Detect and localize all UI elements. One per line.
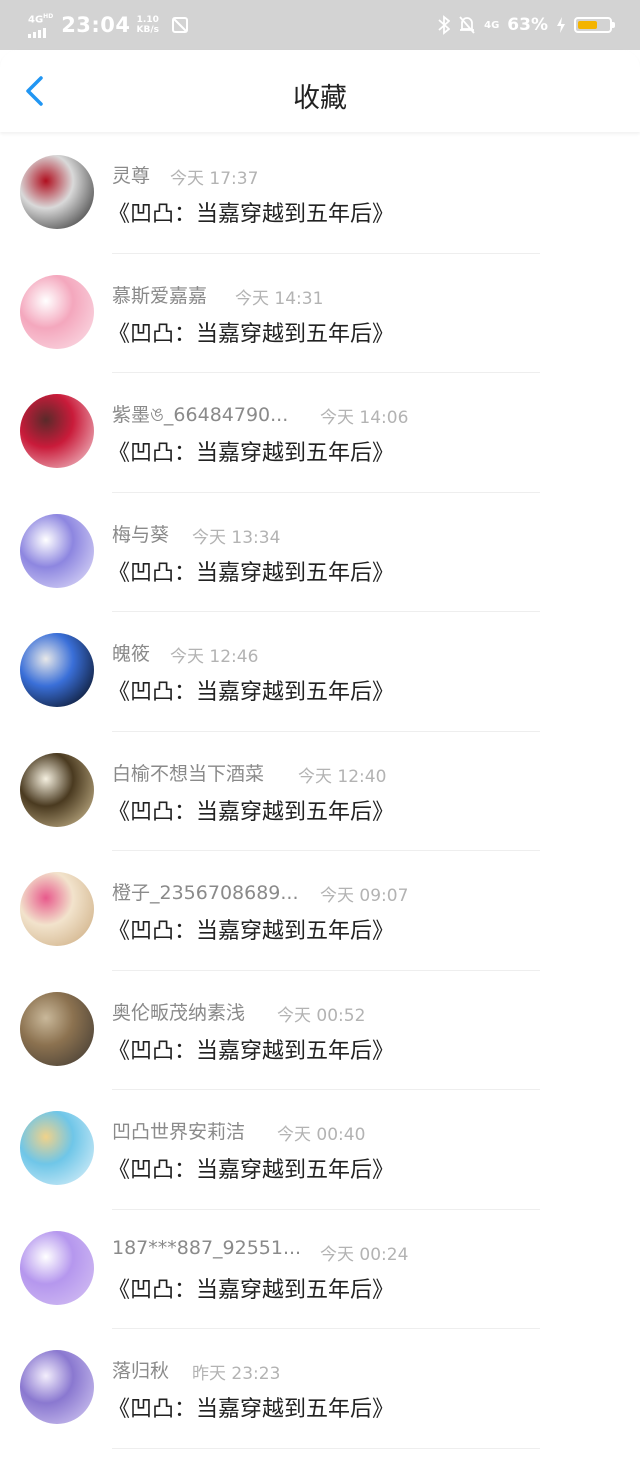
favorite-item[interactable]: 落归秋 昨天 23:23 《凹凸：当嘉穿越到五年后》	[0, 1329, 640, 1449]
timestamp: 今天 09:07	[320, 886, 409, 906]
book-title[interactable]: 《凹凸：当嘉穿越到五年后》	[108, 1272, 394, 1304]
bluetooth-icon	[438, 15, 451, 35]
user-avatar[interactable]	[20, 1350, 94, 1424]
clock: 23:04	[61, 13, 131, 37]
favorite-item[interactable]: 灵尊 今天 17:37 《凹凸：当嘉穿越到五年后》	[0, 134, 640, 254]
timestamp: 今天 12:46	[170, 647, 259, 667]
user-name[interactable]: 橙子_2356708689...	[112, 878, 299, 905]
user-name[interactable]: 落归秋	[112, 1356, 169, 1383]
user-avatar[interactable]	[20, 155, 94, 229]
favorite-item[interactable]: 奥伦畈茂纳素浅 今天 00:52 《凹凸：当嘉穿越到五年后》	[0, 971, 640, 1091]
battery-fill	[578, 21, 597, 29]
status-bar: 4GHD 23:04 1.10 KB/s 4G 63%	[0, 0, 640, 50]
timestamp: 昨天 23:23	[192, 1364, 281, 1384]
book-title[interactable]: 《凹凸：当嘉穿越到五年后》	[108, 555, 394, 587]
favorite-item[interactable]: 魄筱 今天 12:46 《凹凸：当嘉穿越到五年后》	[0, 612, 640, 732]
speed-unit: KB/s	[136, 25, 160, 35]
book-title[interactable]: 《凹凸：当嘉穿越到五年后》	[108, 435, 394, 467]
favorite-item[interactable]: 梅与葵 今天 13:34 《凹凸：当嘉穿越到五年后》	[0, 493, 640, 613]
book-title[interactable]: 《凹凸：当嘉穿越到五年后》	[108, 316, 394, 348]
user-avatar[interactable]	[20, 274, 94, 349]
user-avatar[interactable]	[20, 513, 94, 588]
signal-icon: 4GHD	[28, 12, 54, 38]
network-type-right: 4G	[484, 19, 500, 31]
book-title[interactable]: 《凹凸：当嘉穿越到五年后》	[108, 794, 394, 826]
user-name[interactable]: 慕斯爱嘉嘉	[112, 281, 207, 308]
book-title[interactable]: 《凹凸：当嘉穿越到五年后》	[108, 1391, 394, 1423]
user-avatar[interactable]	[20, 1111, 94, 1185]
network-speed: 1.10 KB/s	[137, 15, 159, 35]
timestamp: 今天 00:24	[320, 1244, 409, 1265]
user-avatar[interactable]	[20, 633, 94, 707]
network-type: 4G	[28, 14, 44, 26]
favorites-list: 灵尊 今天 17:37 《凹凸：当嘉穿越到五年后》 慕斯爱嘉嘉 今天 14:31 《凹凸：…	[0, 134, 640, 1449]
user-name[interactable]: 奥伦畈茂纳素浅	[112, 998, 245, 1025]
book-title[interactable]: 《凹凸：当嘉穿越到五年后》	[108, 1033, 394, 1065]
favorite-item[interactable]: 紫墨ঙ_66484790... 今天 14:06 《凹凸：当嘉穿越到五年后》	[0, 373, 640, 493]
bell-muted-icon	[459, 16, 475, 34]
user-name[interactable]: 187***887_92551...	[112, 1237, 301, 1259]
no-sim-icon	[172, 17, 189, 33]
favorite-item[interactable]: 凹凸世界安莉洁 今天 00:40 《凹凸：当嘉穿越到五年后》	[0, 1090, 640, 1210]
user-avatar[interactable]	[20, 991, 94, 1066]
page-title: 收藏	[293, 83, 347, 114]
user-name[interactable]: 灵尊	[112, 161, 150, 188]
book-title[interactable]: 《凹凸：当嘉穿越到五年后》	[108, 1152, 394, 1184]
timestamp: 今天 17:37	[170, 169, 259, 189]
timestamp: 今天 00:40	[277, 1125, 366, 1145]
user-avatar[interactable]	[20, 872, 94, 946]
battery-icon	[574, 17, 615, 33]
favorite-item[interactable]: 187***887_92551... 今天 00:24 《凹凸：当嘉穿越到五年后》	[0, 1210, 640, 1330]
page-header: 收藏	[0, 50, 640, 132]
timestamp: 今天 14:06	[320, 408, 409, 428]
favorite-item[interactable]: 白榆不想当下酒菜 今天 12:40 《凹凸：当嘉穿越到五年后》	[0, 732, 640, 852]
user-name[interactable]: 紫墨ঙ_66484790...	[112, 400, 288, 433]
timestamp: 今天 00:52	[277, 1005, 366, 1026]
user-name[interactable]: 梅与葵	[112, 520, 169, 547]
favorite-item[interactable]: 橙子_2356708689... 今天 09:07 《凹凸：当嘉穿越到五年后》	[0, 851, 640, 971]
favorite-item[interactable]: 慕斯爱嘉嘉 今天 14:31 《凹凸：当嘉穿越到五年后》	[0, 254, 640, 374]
user-avatar[interactable]	[20, 1230, 94, 1305]
battery-percent: 63%	[507, 15, 548, 35]
speed-value: 1.10	[136, 15, 159, 25]
network-sup: HD	[43, 13, 54, 21]
book-title[interactable]: 《凹凸：当嘉穿越到五年后》	[108, 196, 394, 228]
book-title[interactable]: 《凹凸：当嘉穿越到五年后》	[108, 913, 394, 945]
user-avatar[interactable]	[20, 394, 94, 468]
book-title[interactable]: 《凹凸：当嘉穿越到五年后》	[108, 674, 394, 706]
charging-icon	[557, 17, 565, 33]
user-avatar[interactable]	[20, 752, 94, 827]
user-name[interactable]: 魄筱	[112, 639, 150, 666]
user-name[interactable]: 白榆不想当下酒菜	[112, 759, 264, 786]
timestamp: 今天 13:34	[192, 527, 281, 548]
timestamp: 今天 14:31	[235, 288, 324, 309]
timestamp: 今天 12:40	[298, 766, 387, 787]
user-name[interactable]: 凹凸世界安莉洁	[112, 1117, 245, 1144]
